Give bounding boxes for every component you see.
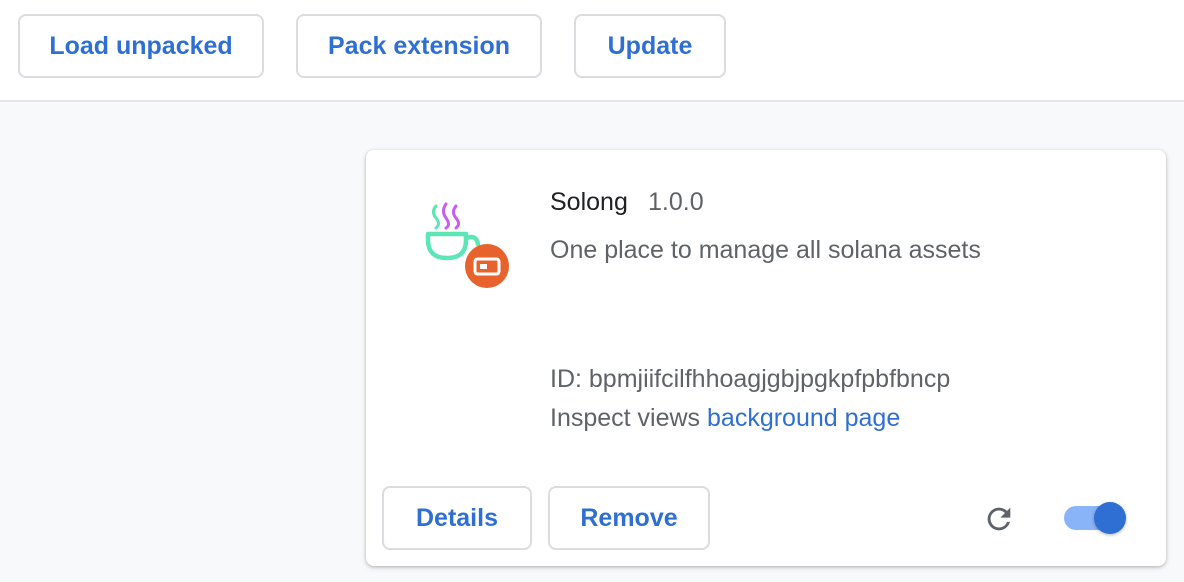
reload-icon[interactable] — [982, 502, 1016, 536]
update-button[interactable]: Update — [574, 14, 726, 78]
extension-name: Solong — [550, 188, 628, 216]
inspect-views: Inspect views background page — [550, 404, 900, 433]
toolbar: Load unpacked Pack extension Update — [0, 0, 1184, 102]
extension-version: 1.0.0 — [648, 188, 704, 216]
unpacked-extension-badge-icon — [465, 244, 509, 288]
extension-description: One place to manage all solana assets — [550, 236, 981, 264]
extension-card: Solong 1.0.0 One place to manage all sol… — [366, 150, 1166, 566]
toggle-knob — [1094, 502, 1126, 534]
teacup-steam-icon — [425, 202, 509, 288]
remove-button[interactable]: Remove — [548, 486, 710, 550]
background-page-link[interactable]: background page — [707, 404, 900, 432]
inspect-views-label: Inspect views — [550, 404, 701, 432]
extension-id: ID: bpmjiifcilfhhoagjgbjpgkpfpbfbncp — [550, 365, 951, 393]
enable-toggle[interactable] — [1064, 500, 1130, 536]
load-unpacked-button[interactable]: Load unpacked — [18, 14, 264, 78]
pack-extension-button[interactable]: Pack extension — [296, 14, 542, 78]
details-button[interactable]: Details — [382, 486, 532, 550]
